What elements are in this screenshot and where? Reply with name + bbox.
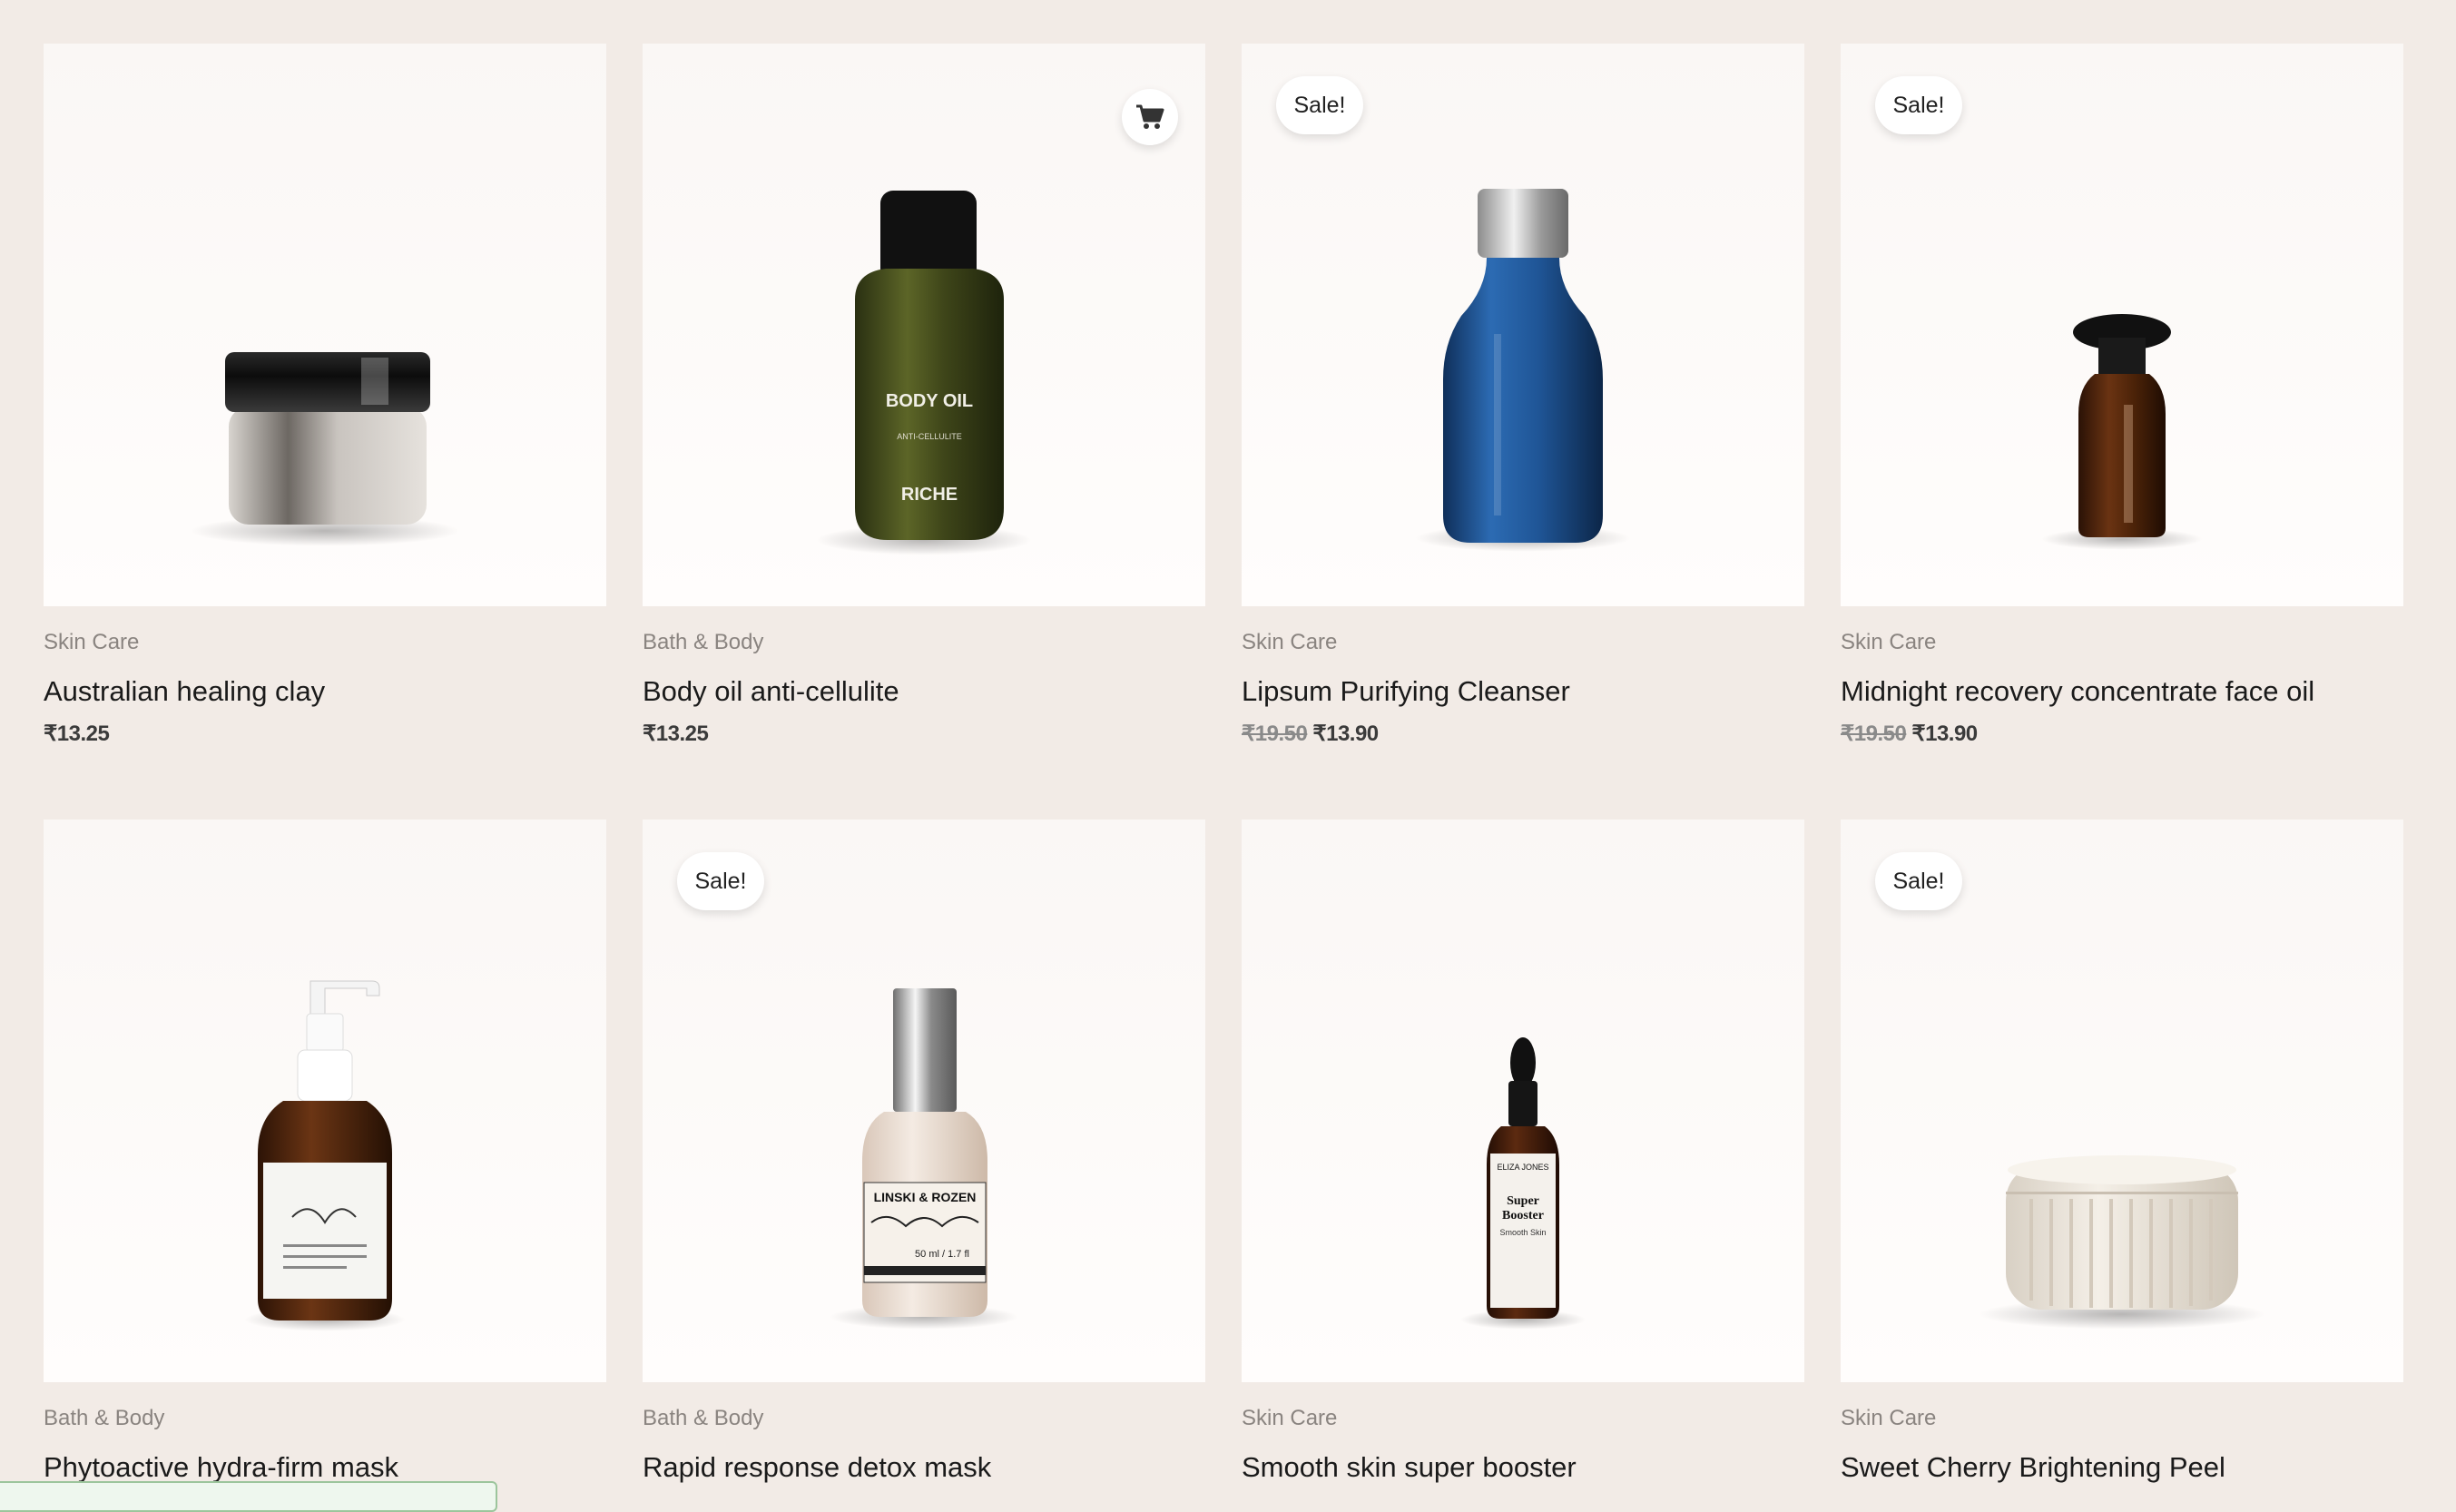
product-card[interactable]: Bath & Body Phytoactive hydra-firm mask [44, 820, 606, 1486]
product-card[interactable]: Skin Care Australian healing clay ₹13.25 [44, 44, 606, 747]
clay-jar-image [225, 352, 430, 525]
sale-badge: Sale! [1276, 76, 1363, 134]
product-name[interactable]: Rapid response detox mask [643, 1451, 1205, 1486]
sale-badge: Sale! [1875, 852, 1962, 910]
product-image[interactable]: ELIZA JONES Super Booster Smooth Skin [1242, 820, 1804, 1382]
product-card[interactable]: Sale! [1242, 44, 1804, 747]
price-regular: ₹19.50 [1242, 722, 1308, 746]
shopping-cart-icon [1136, 104, 1164, 129]
bottle-label: Smooth Skin [1499, 1228, 1546, 1237]
product-price: ₹13.25 [44, 721, 606, 747]
add-to-cart-button[interactable] [1122, 89, 1178, 145]
notification-toast[interactable] [0, 1481, 497, 1512]
product-category: Bath & Body [44, 1406, 165, 1430]
product-category: Skin Care [1841, 1406, 1937, 1430]
product-name[interactable]: Sweet Cherry Brightening Peel [1841, 1451, 2403, 1486]
price-sale: ₹13.90 [1312, 722, 1379, 746]
face-oil-bottle-image [2073, 314, 2171, 537]
product-image[interactable]: Sale! [1841, 820, 2403, 1382]
product-price: ₹13.25 [643, 721, 1205, 747]
product-image[interactable]: Sale! [643, 820, 1205, 1382]
product-category: Bath & Body [643, 1406, 764, 1430]
sale-badge: Sale! [1875, 76, 1962, 134]
bottle-label: BODY OIL [886, 391, 973, 411]
pump-bottle-image [258, 980, 392, 1321]
product-image[interactable]: Sale! [1242, 44, 1804, 606]
product-name[interactable]: Australian healing clay [44, 675, 606, 710]
price-regular: ₹19.50 [1841, 722, 1907, 746]
bottle-label: ELIZA JONES [1497, 1163, 1548, 1172]
product-image[interactable]: Sale! [1841, 44, 2403, 606]
product-category: Bath & Body [643, 630, 764, 654]
serum-dropper-bottle-image: ELIZA JONES Super Booster Smooth Skin [1487, 1037, 1559, 1319]
product-card[interactable]: Sale! [1841, 820, 2403, 1486]
ribbed-jar-image [2006, 1155, 2238, 1310]
price-current: ₹13.25 [44, 722, 110, 746]
product-image[interactable] [44, 44, 606, 606]
cleanser-bottle-image [1443, 189, 1603, 543]
product-image[interactable]: BODY OIL ANTI-CELLULITE RICHE [643, 44, 1205, 606]
product-name[interactable]: Lipsum Purifying Cleanser [1242, 675, 1804, 710]
bottle-label: Super [1507, 1194, 1539, 1208]
product-card[interactable]: BODY OIL ANTI-CELLULITE RICHE Bath & Bod… [643, 44, 1205, 747]
body-oil-bottle-image: BODY OIL ANTI-CELLULITE RICHE [855, 191, 1004, 540]
product-card[interactable]: Sale! Skin Care Midnight recovery concen… [1841, 44, 2403, 747]
product-grid: Skin Care Australian healing clay ₹13.25 [44, 44, 2403, 1486]
sale-badge: Sale! [677, 852, 764, 910]
product-price: ₹19.50 ₹13.90 [1242, 721, 1804, 747]
product-name[interactable]: Smooth skin super booster [1242, 1451, 1804, 1486]
product-category: Skin Care [1242, 1406, 1338, 1430]
product-category: Skin Care [1841, 630, 1937, 654]
bottle-label: 50 ml / 1.7 fl [915, 1249, 969, 1260]
product-name[interactable]: Body oil anti-cellulite [643, 675, 1205, 710]
product-category: Skin Care [1242, 630, 1338, 654]
product-category: Skin Care [44, 630, 140, 654]
product-card[interactable]: ELIZA JONES Super Booster Smooth Skin Sk… [1242, 820, 1804, 1486]
bottle-label: RICHE [901, 485, 958, 505]
bottle-label: ANTI-CELLULITE [897, 432, 962, 441]
price-sale: ₹13.90 [1911, 722, 1978, 746]
product-image[interactable] [44, 820, 606, 1382]
price-current: ₹13.25 [643, 722, 709, 746]
product-name[interactable]: Midnight recovery concentrate face oil [1841, 675, 2403, 710]
bottle-label: Booster [1502, 1209, 1544, 1222]
product-card[interactable]: Sale! [643, 820, 1205, 1486]
product-price: ₹19.50 ₹13.90 [1841, 721, 2403, 747]
bottle-label: LINSKI & ROZEN [874, 1190, 977, 1204]
perfume-bottle-image: LINSKI & ROZEN 50 ml / 1.7 fl [862, 988, 987, 1317]
